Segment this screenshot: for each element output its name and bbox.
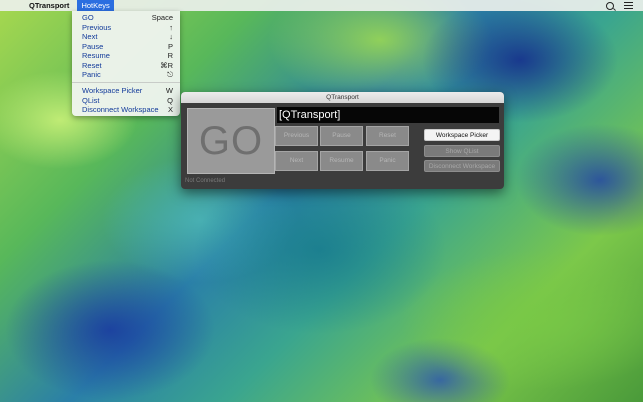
disconnect-workspace-button[interactable]: Disconnect Workspace	[424, 160, 500, 172]
menu-item-shortcut: W	[165, 86, 173, 96]
hotkeys-menu[interactable]: HotKeys	[77, 0, 114, 11]
pause-button[interactable]: Pause	[320, 126, 363, 146]
app-menu[interactable]: QTransport	[29, 1, 69, 10]
menu-item-label: Panic	[82, 70, 101, 80]
menu-item-shortcut: ⎋	[167, 69, 173, 79]
next-button[interactable]: Next	[275, 151, 318, 171]
hotkeys-dropdown: GO Space Previous ↑ Next ↓ Pause P Resum…	[72, 11, 180, 116]
menu-item-pause[interactable]: Pause P	[82, 42, 173, 52]
menu-item-resume[interactable]: Resume R	[82, 51, 173, 61]
menu-item-shortcut: R	[167, 51, 173, 61]
menu-item-label: Workspace Picker	[82, 86, 143, 96]
menu-separator	[72, 82, 180, 83]
go-button[interactable]: GO	[187, 108, 275, 174]
previous-button[interactable]: Previous	[275, 126, 318, 146]
menu-item-label: Resume	[82, 51, 110, 61]
menu-item-qlist[interactable]: QList Q	[82, 96, 173, 106]
panic-button[interactable]: Panic	[366, 151, 409, 171]
menu-item-disconnect-workspace[interactable]: Disconnect Workspace X	[82, 105, 173, 115]
menu-bar-extras	[606, 0, 633, 11]
menu-item-shortcut: ↓	[169, 32, 173, 42]
menu-item-label: Pause	[82, 41, 104, 51]
menu-item-go[interactable]: GO Space	[82, 13, 173, 23]
menu-item-shortcut: ⌘R	[160, 60, 173, 70]
window-title[interactable]: QTransport	[181, 92, 504, 103]
menu-item-previous[interactable]: Previous ↑	[82, 23, 173, 33]
workspace-picker-button[interactable]: Workspace Picker	[424, 129, 500, 141]
menu-item-next[interactable]: Next ↓	[82, 32, 173, 42]
menu-item-shortcut: Q	[167, 95, 173, 105]
menu-bar: QTransport HotKeys	[0, 0, 643, 11]
resume-button[interactable]: Resume	[320, 151, 363, 171]
menu-item-shortcut: ↑	[169, 22, 173, 32]
show-qlist-button[interactable]: Show QList	[424, 145, 500, 157]
notification-center-icon[interactable]	[624, 2, 633, 9]
reset-button[interactable]: Reset	[366, 126, 409, 146]
menu-item-workspace-picker[interactable]: Workspace Picker W	[82, 86, 173, 96]
connection-status: Not Connected	[185, 178, 226, 184]
menu-item-label: Previous	[82, 22, 112, 32]
spotlight-search-icon[interactable]	[606, 1, 614, 10]
menu-item-label: QList	[82, 95, 100, 105]
menu-item-shortcut: P	[167, 41, 173, 51]
workspace-name-display: [QTransport]	[277, 107, 499, 123]
menu-item-shortcut: X	[167, 105, 173, 115]
menu-item-label: Disconnect Workspace	[82, 105, 159, 115]
menu-item-reset[interactable]: Reset ⌘R	[82, 61, 173, 71]
menu-item-label: GO	[82, 13, 94, 23]
qtransport-window: QTransport GO [QTransport] Previous Paus…	[181, 92, 504, 189]
menu-item-label: Next	[82, 32, 98, 42]
menu-item-panic[interactable]: Panic ⎋	[82, 70, 173, 80]
menu-item-shortcut: Space	[151, 13, 173, 23]
menu-item-label: Reset	[82, 60, 102, 70]
